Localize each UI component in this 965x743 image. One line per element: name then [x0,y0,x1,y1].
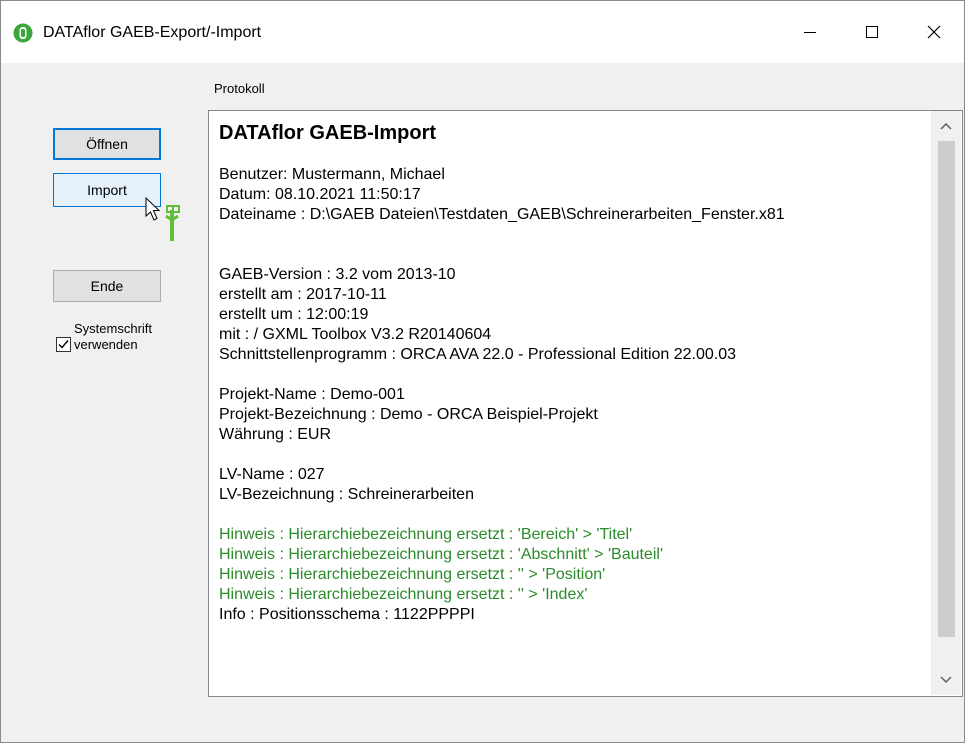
minimize-icon [804,32,816,33]
system-font-label[interactable]: Systemschrift verwenden [74,321,184,353]
log-hint-line: Hinweis : Hierarchiebezeichnung ersetzt … [219,566,606,583]
chevron-up-icon [940,122,952,130]
log-heading: DATAflor GAEB-Import [219,122,437,144]
maximize-icon [866,26,878,38]
log-line: Dateiname : D:\GAEB Dateien\Testdaten_GA… [219,206,785,223]
log-hint-line: Hinweis : Hierarchiebezeichnung ersetzt … [219,526,633,543]
log-line: erstellt am : 2017-10-11 [219,286,387,303]
system-font-checkbox[interactable] [56,337,71,352]
end-button[interactable]: Ende [53,270,161,302]
scroll-up-button[interactable] [931,111,961,141]
dataflor-app-icon [13,23,33,43]
system-font-option[interactable]: Systemschrift verwenden [56,321,184,353]
app-window: DATAflor GAEB-Export/-Import Protokoll Ö… [0,0,965,743]
title-bar[interactable]: DATAflor GAEB-Export/-Import [1,1,964,63]
log-line: LV-Name : 027 [219,466,325,483]
log-line: Schnittstellenprogramm : ORCA AVA 22.0 -… [219,346,737,363]
vertical-scrollbar[interactable] [931,111,961,695]
log-line: Benutzer: Mustermann, Michael [219,166,445,183]
log-line: LV-Bezeichnung : Schreinerarbeiten [219,486,474,503]
window-title: DATAflor GAEB-Export/-Import [43,24,262,41]
log-line: Währung : EUR [219,426,332,443]
protocol-log-content: DATAflor GAEB-Import Benutzer: Musterman… [219,121,929,625]
log-hint-line: Hinweis : Hierarchiebezeichnung ersetzt … [219,586,588,603]
scroll-down-button[interactable] [931,665,961,695]
close-icon [927,25,941,39]
open-button[interactable]: Öffnen [53,128,161,160]
checkmark-icon [58,340,69,349]
log-line: erstellt um : 12:00:19 [219,306,369,323]
log-hint-line: Hinweis : Hierarchiebezeichnung ersetzt … [219,546,663,563]
minimize-button[interactable] [779,1,841,63]
scroll-thumb[interactable] [938,141,955,637]
log-line: Datum: 08.10.2021 11:50:17 [219,186,421,203]
close-button[interactable] [903,1,964,63]
log-line: mit : / GXML Toolbox V3.2 R20140604 [219,326,492,343]
log-line: Projekt-Name : Demo-001 [219,386,405,403]
protocol-label: Protokoll [214,81,265,96]
protocol-log[interactable]: DATAflor GAEB-Import Benutzer: Musterman… [208,110,963,697]
maximize-button[interactable] [841,1,903,63]
chevron-down-icon [940,676,952,684]
log-line: GAEB-Version : 3.2 vom 2013-10 [219,266,456,283]
log-line: Info : Positionsschema : 1122PPPPI [219,606,475,623]
log-line: Projekt-Bezeichnung : Demo - ORCA Beispi… [219,406,598,423]
mouse-cursor-icon [145,196,180,241]
